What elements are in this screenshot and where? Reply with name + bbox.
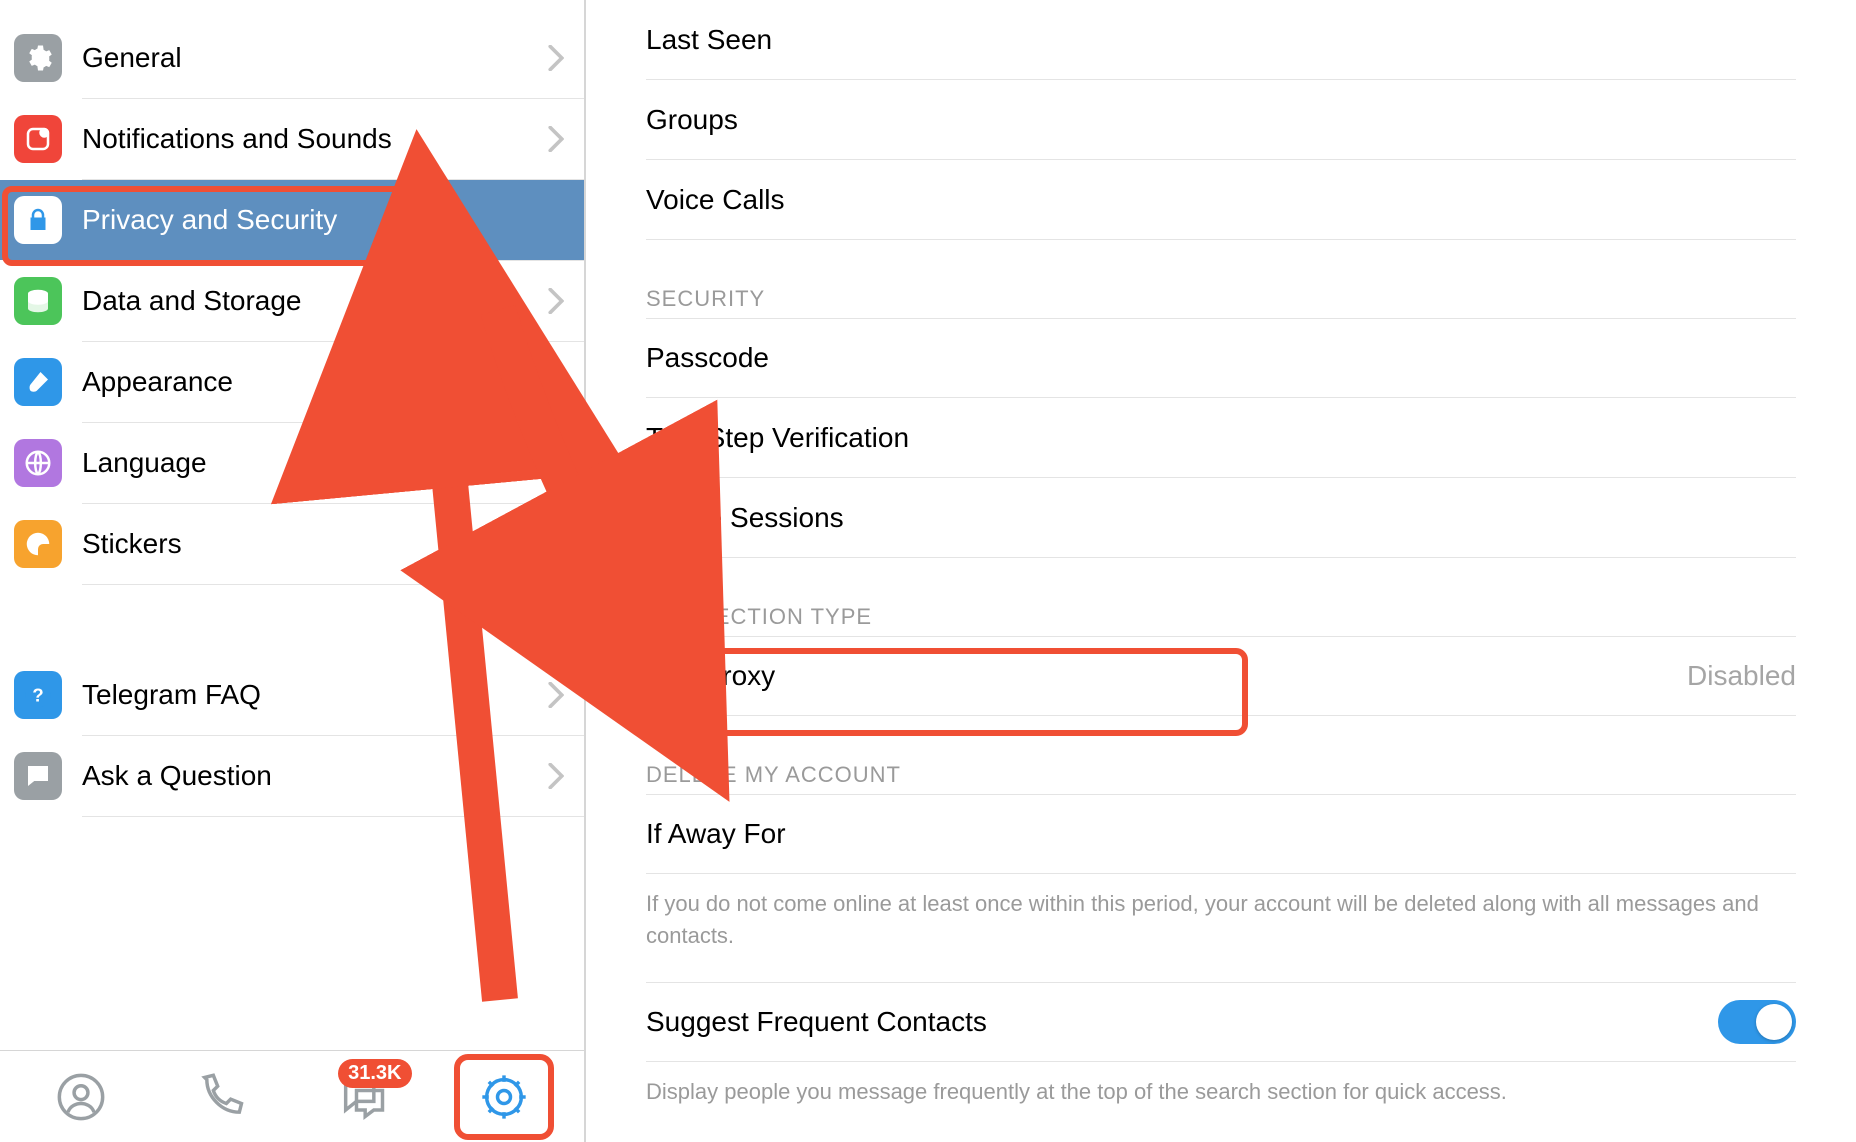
brush-icon — [14, 358, 62, 406]
chevron-right-icon — [548, 763, 564, 789]
row-label: Passcode — [646, 342, 1796, 374]
chevron-right-icon — [548, 288, 564, 314]
chevron-right-icon — [548, 369, 564, 395]
tab-settings[interactable] — [449, 1061, 559, 1133]
stack-icon — [14, 277, 62, 325]
unread-badge: 31.3K — [338, 1059, 411, 1088]
section-header-security: SECURITY — [646, 286, 1796, 312]
tab-calls[interactable] — [167, 1061, 277, 1133]
sidebar-item-label: General — [82, 42, 548, 74]
app-root: General Notifications and Sounds Privacy… — [0, 0, 1856, 1142]
chevron-right-icon — [548, 531, 564, 557]
sidebar-item-label: Notifications and Sounds — [82, 123, 548, 155]
sidebar-item-ask[interactable]: Ask a Question — [0, 736, 584, 816]
sidebar-item-label: Privacy and Security — [82, 204, 564, 236]
sidebar-item-label: Ask a Question — [82, 760, 548, 792]
chat-icon — [14, 752, 62, 800]
sidebar-item-label: Data and Storage — [82, 285, 548, 317]
gear-icon — [14, 34, 62, 82]
row-label: If Away For — [646, 818, 1796, 850]
row-last-seen[interactable]: Last Seen — [646, 0, 1796, 80]
row-use-proxy[interactable]: Use Proxy Disabled — [646, 636, 1796, 716]
sidebar-item-data[interactable]: Data and Storage — [0, 261, 584, 341]
sidebar-item-stickers[interactable]: Stickers — [0, 504, 584, 584]
tab-contacts[interactable] — [26, 1061, 136, 1133]
bottom-tabbar: 31.3K — [0, 1050, 584, 1142]
sidebar-item-faq[interactable]: ? Telegram FAQ — [0, 655, 584, 735]
sidebar-item-privacy[interactable]: Privacy and Security — [0, 180, 584, 260]
section-header-delete: DELETE MY ACCOUNT — [646, 762, 1796, 788]
row-label: Suggest Frequent Contacts — [646, 1006, 1718, 1038]
settings-sidebar: General Notifications and Sounds Privacy… — [0, 0, 586, 1142]
row-label: Groups — [646, 104, 1796, 136]
chevron-right-icon — [548, 682, 564, 708]
row-value: Disabled — [1687, 660, 1796, 692]
sidebar-item-language[interactable]: Language — [0, 423, 584, 503]
sidebar-item-general[interactable]: General — [0, 18, 584, 98]
lock-icon — [14, 196, 62, 244]
row-suggest-contacts[interactable]: Suggest Frequent Contacts — [646, 982, 1796, 1062]
row-if-away[interactable]: If Away For — [646, 794, 1796, 874]
settings-tab-annotation — [454, 1054, 554, 1140]
section-header-connection: CONNECTION TYPE — [646, 604, 1796, 630]
row-groups[interactable]: Groups — [646, 80, 1796, 160]
row-voice-calls[interactable]: Voice Calls — [646, 160, 1796, 240]
row-label: Use Proxy — [646, 660, 1687, 692]
sticker-icon — [14, 520, 62, 568]
bell-icon — [14, 115, 62, 163]
row-passcode[interactable]: Passcode — [646, 318, 1796, 398]
divider — [82, 816, 584, 817]
chevron-right-icon — [548, 45, 564, 71]
chevron-right-icon — [548, 450, 564, 476]
sidebar-item-label: Stickers — [82, 528, 548, 560]
row-label: Two-Step Verification — [646, 422, 1796, 454]
tab-chats[interactable]: 31.3K — [308, 1061, 418, 1133]
sidebar-item-label: Telegram FAQ — [82, 679, 548, 711]
row-label: Active Sessions — [646, 502, 1796, 534]
toggle-on-icon[interactable] — [1718, 1000, 1796, 1044]
sidebar-item-label: Appearance — [82, 366, 548, 398]
help-icon: ? — [14, 671, 62, 719]
row-label: Last Seen — [646, 24, 1796, 56]
row-two-step[interactable]: Two-Step Verification — [646, 398, 1796, 478]
sidebar-item-notifications[interactable]: Notifications and Sounds — [0, 99, 584, 179]
sidebar-gap — [0, 585, 584, 655]
globe-icon — [14, 439, 62, 487]
chevron-right-icon — [548, 126, 564, 152]
settings-content: Last Seen Groups Voice Calls SECURITY Pa… — [586, 0, 1856, 1142]
sidebar-item-appearance[interactable]: Appearance — [0, 342, 584, 422]
row-active-sessions[interactable]: Active Sessions — [646, 478, 1796, 558]
suggest-description: Display people you message frequently at… — [646, 1076, 1796, 1108]
sidebar-list: General Notifications and Sounds Privacy… — [0, 0, 584, 1050]
svg-text:?: ? — [32, 684, 43, 705]
sidebar-item-label: Language — [82, 447, 548, 479]
delete-description: If you do not come online at least once … — [646, 888, 1796, 952]
row-label: Voice Calls — [646, 184, 1796, 216]
